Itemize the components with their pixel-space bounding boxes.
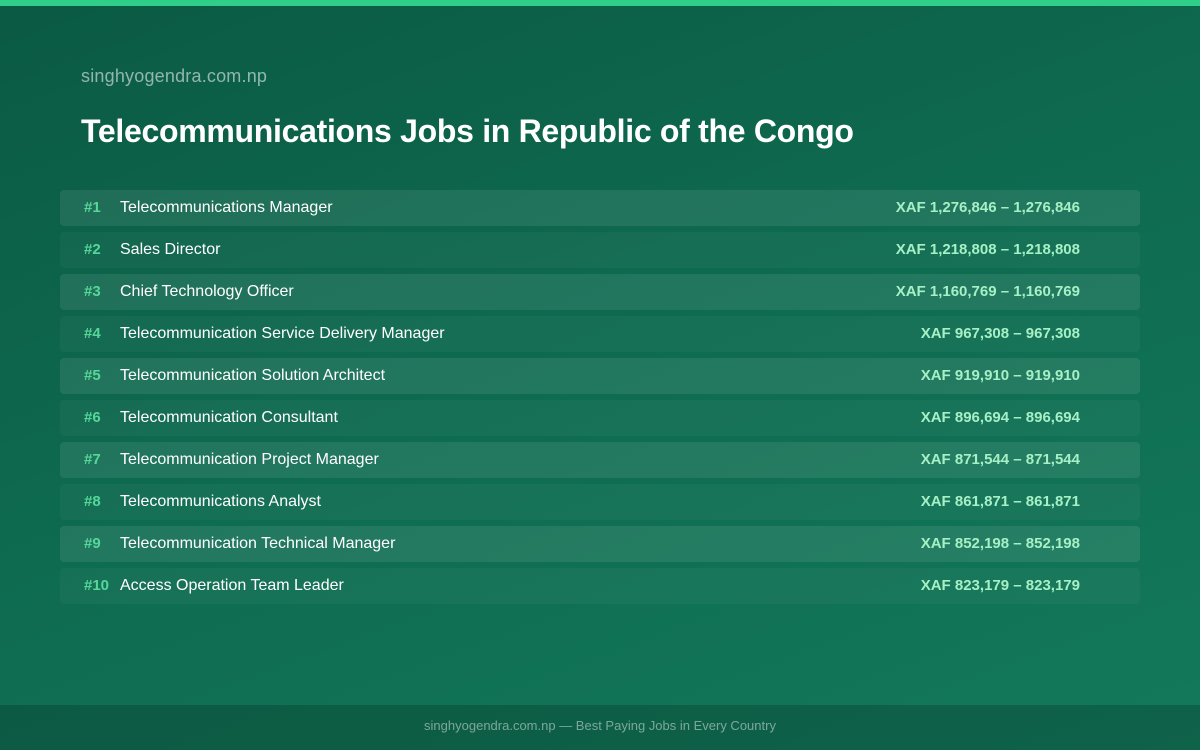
job-title: Telecommunication Solution Architect [120,367,386,384]
job-row: #4 Telecommunication Service Delivery Ma… [60,316,1140,352]
job-title: Access Operation Team Leader [120,577,344,594]
job-rank: #5 [84,367,101,384]
job-row: #2 Sales Director XAF 1,218,808 – 1,218,… [60,232,1140,268]
job-title: Chief Technology Officer [120,283,294,300]
job-rank: #2 [84,241,101,258]
job-rank: #8 [84,493,101,510]
job-rank: #9 [84,535,101,552]
job-row: #1 Telecommunications Manager XAF 1,276,… [60,190,1140,226]
job-title: Telecommunications Analyst [120,493,321,510]
job-row: #7 Telecommunication Project Manager XAF… [60,442,1140,478]
job-salary: XAF 861,871 – 861,871 [920,493,1080,510]
job-salary: XAF 967,308 – 967,308 [920,325,1080,342]
job-title: Telecommunication Project Manager [120,451,379,468]
job-rank: #6 [84,409,101,426]
job-row: #5 Telecommunication Solution Architect … [60,358,1140,394]
job-salary: XAF 919,910 – 919,910 [920,367,1080,384]
job-salary: XAF 871,544 – 871,544 [920,451,1080,468]
job-salary: XAF 823,179 – 823,179 [920,577,1080,594]
site-label: singhyogendra.com.np [81,66,268,86]
job-title: Telecommunication Consultant [120,409,338,426]
job-salary: XAF 1,218,808 – 1,218,808 [895,241,1080,258]
footer: singhyogendra.com.np — Best Paying Jobs … [0,705,1200,750]
job-row: #8 Telecommunications Analyst XAF 861,87… [60,484,1140,520]
job-salary: XAF 1,276,846 – 1,276,846 [895,199,1080,216]
job-row: #10 Access Operation Team Leader XAF 823… [60,568,1140,604]
job-rank: #10 [84,577,110,594]
job-rank: #4 [84,325,101,342]
job-row: #9 Telecommunication Technical Manager X… [60,526,1140,562]
job-salary: XAF 1,160,769 – 1,160,769 [895,283,1080,300]
job-rank: #3 [84,283,101,300]
job-title: Sales Director [120,241,221,258]
job-salary: XAF 896,694 – 896,694 [920,409,1080,426]
job-list: #1 Telecommunications Manager XAF 1,276,… [60,190,1140,610]
job-rank: #7 [84,451,101,468]
footer-text: singhyogendra.com.np — Best Paying Jobs … [424,718,776,733]
job-title: Telecommunication Service Delivery Manag… [120,325,445,342]
top-accent-bar [0,0,1200,6]
job-salary: XAF 852,198 – 852,198 [920,535,1080,552]
job-title: Telecommunications Manager [120,199,333,216]
job-title: Telecommunication Technical Manager [120,535,396,552]
job-row: #6 Telecommunication Consultant XAF 896,… [60,400,1140,436]
job-row: #3 Chief Technology Officer XAF 1,160,76… [60,274,1140,310]
page-title: Telecommunications Jobs in Republic of t… [81,113,854,149]
job-rank: #1 [84,199,101,216]
